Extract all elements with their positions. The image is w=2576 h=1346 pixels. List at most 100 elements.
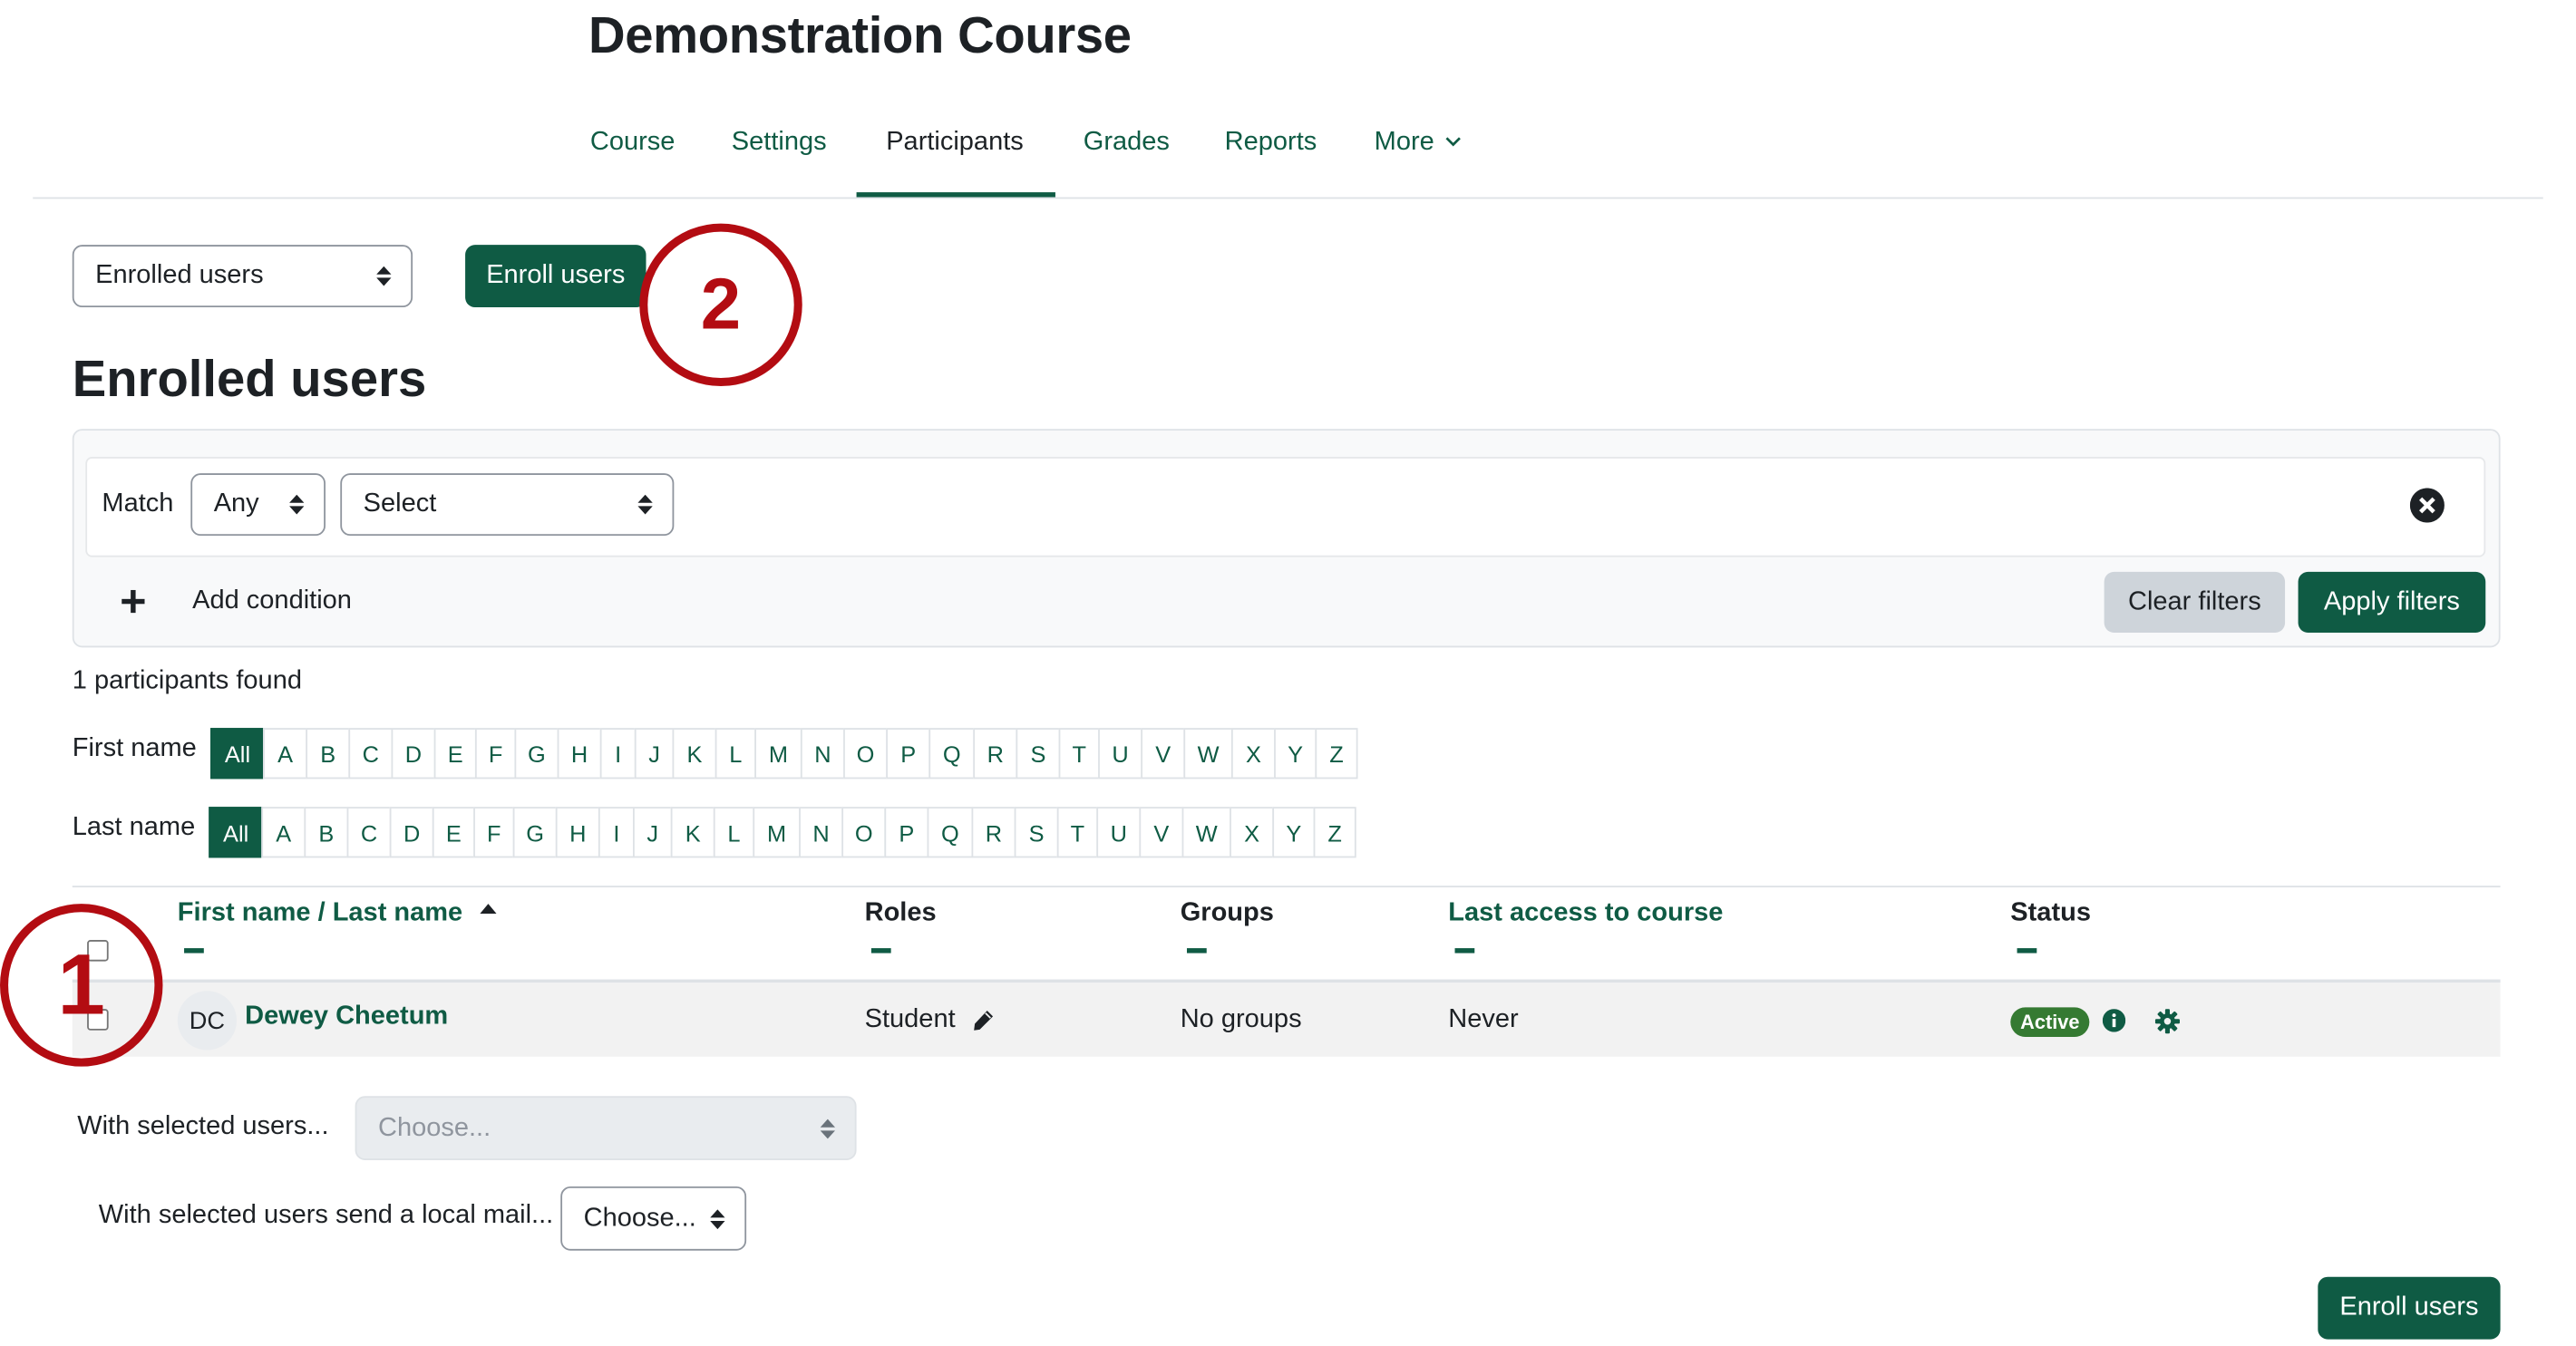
sort-arrows-icon <box>710 1208 725 1229</box>
tab-course[interactable]: Course <box>590 128 676 158</box>
initial-q[interactable]: Q <box>928 728 976 780</box>
initial-n[interactable]: N <box>800 728 845 780</box>
initial-t[interactable]: T <box>1058 728 1100 780</box>
sort-first-name-link[interactable]: First name <box>178 899 311 927</box>
collapse-last-access-column[interactable] <box>1454 948 1475 954</box>
initial-y[interactable]: Y <box>1272 807 1316 858</box>
add-condition-button[interactable]: Add condition <box>192 586 352 616</box>
participant-last-access: Never <box>1448 1005 1519 1034</box>
initial-w[interactable]: W <box>1181 807 1231 858</box>
clear-icon[interactable] <box>2409 488 2445 523</box>
initial-d[interactable]: D <box>389 807 434 858</box>
initial-g[interactable]: G <box>514 728 559 780</box>
sort-last-name-link[interactable]: Last name <box>333 899 462 927</box>
with-selected-select[interactable]: Choose... <box>355 1096 857 1160</box>
match-label: Match <box>102 489 174 518</box>
initial-o[interactable]: O <box>843 728 889 780</box>
initial-r[interactable]: R <box>973 728 1018 780</box>
tab-participants[interactable]: Participants <box>886 128 1024 158</box>
initial-b[interactable]: B <box>306 728 351 780</box>
initial-t[interactable]: T <box>1056 807 1099 858</box>
initial-f[interactable]: F <box>473 807 515 858</box>
view-select[interactable]: Enrolled users <box>72 245 413 308</box>
column-header-last-access[interactable]: Last access to course <box>1448 899 1723 929</box>
initial-l[interactable]: L <box>713 807 755 858</box>
callout-one: 1 <box>0 904 163 1067</box>
initial-z[interactable]: Z <box>1313 807 1356 858</box>
chevron-down-icon <box>1445 137 1461 147</box>
initial-e[interactable]: E <box>432 807 475 858</box>
initial-p[interactable]: P <box>884 807 929 858</box>
initial-k[interactable]: K <box>670 807 715 858</box>
initial-c[interactable]: C <box>346 807 392 858</box>
initial-d[interactable]: D <box>391 728 436 780</box>
initial-l[interactable]: L <box>714 728 756 780</box>
status-badge: Active <box>2010 1007 2090 1038</box>
initial-m[interactable]: M <box>754 728 802 780</box>
clear-filters-button[interactable]: Clear filters <box>2104 571 2286 634</box>
page-title: Demonstration Course <box>588 6 1132 64</box>
info-icon[interactable] <box>2102 1009 2126 1032</box>
initial-h[interactable]: H <box>555 807 600 858</box>
enroll-users-button[interactable]: Enroll users <box>465 245 646 308</box>
initial-u[interactable]: U <box>1098 728 1143 780</box>
gear-icon[interactable] <box>2154 1009 2181 1034</box>
initial-j[interactable]: J <box>634 728 675 780</box>
initial-n[interactable]: N <box>799 807 844 858</box>
name-separator: / <box>310 898 333 927</box>
match-select-value: Any <box>213 489 259 518</box>
match-select[interactable]: Any <box>190 473 326 537</box>
apply-filters-button[interactable]: Apply filters <box>2298 571 2486 634</box>
course-nav: Course Settings Participants Grades Repo… <box>0 115 2576 198</box>
initial-c[interactable]: C <box>348 728 394 780</box>
initial-y[interactable]: Y <box>1274 728 1317 780</box>
plus-icon[interactable] <box>122 589 145 614</box>
initial-x[interactable]: X <box>1230 807 1275 858</box>
initial-w[interactable]: W <box>1183 728 1233 780</box>
condition-select[interactable]: Select <box>340 473 675 537</box>
tab-more[interactable]: More <box>1375 128 1462 158</box>
initial-all[interactable]: All <box>210 728 265 780</box>
initial-o[interactable]: O <box>841 807 887 858</box>
initial-s[interactable]: S <box>1016 728 1061 780</box>
collapse-status-column[interactable] <box>2017 948 2037 954</box>
initial-f[interactable]: F <box>474 728 517 780</box>
initial-b[interactable]: B <box>304 807 349 858</box>
section-heading: Enrolled users <box>72 350 427 408</box>
column-header-name: First name / Last name <box>178 898 497 929</box>
initial-m[interactable]: M <box>753 807 801 858</box>
column-header-groups: Groups <box>1180 898 1274 927</box>
collapse-groups-column[interactable] <box>1186 948 1207 954</box>
initial-z[interactable]: Z <box>1315 728 1358 780</box>
initial-e[interactable]: E <box>433 728 477 780</box>
enroll-users-button-bottom[interactable]: Enroll users <box>2318 1276 2501 1340</box>
pencil-icon[interactable] <box>971 1009 994 1031</box>
initial-h[interactable]: H <box>557 728 602 780</box>
collapse-name-column[interactable] <box>184 948 204 954</box>
initial-v[interactable]: V <box>1139 807 1184 858</box>
tab-grades[interactable]: Grades <box>1084 128 1170 158</box>
initial-i[interactable]: I <box>598 807 635 858</box>
initial-q[interactable]: Q <box>927 807 974 858</box>
local-mail-select[interactable]: Choose... <box>560 1186 747 1251</box>
initial-s[interactable]: S <box>1014 807 1059 858</box>
participant-name-link[interactable]: Dewey Cheetum <box>245 1002 448 1032</box>
initial-k[interactable]: K <box>672 728 717 780</box>
initial-all[interactable]: All <box>209 807 264 858</box>
initial-r[interactable]: R <box>971 807 1016 858</box>
initial-i[interactable]: I <box>599 728 637 780</box>
initial-p[interactable]: P <box>886 728 931 780</box>
initial-g[interactable]: G <box>512 807 558 858</box>
collapse-roles-column[interactable] <box>870 948 891 954</box>
tab-reports[interactable]: Reports <box>1225 128 1317 158</box>
initial-x[interactable]: X <box>1230 728 1276 780</box>
initial-u[interactable]: U <box>1096 807 1142 858</box>
initial-a[interactable]: A <box>263 728 308 780</box>
avatar: DC <box>177 991 238 1051</box>
condition-select-value: Select <box>363 489 437 518</box>
tab-settings[interactable]: Settings <box>732 128 827 158</box>
initial-a[interactable]: A <box>261 807 306 858</box>
column-header-roles: Roles <box>864 898 937 927</box>
initial-v[interactable]: V <box>1141 728 1186 780</box>
initial-j[interactable]: J <box>633 807 673 858</box>
